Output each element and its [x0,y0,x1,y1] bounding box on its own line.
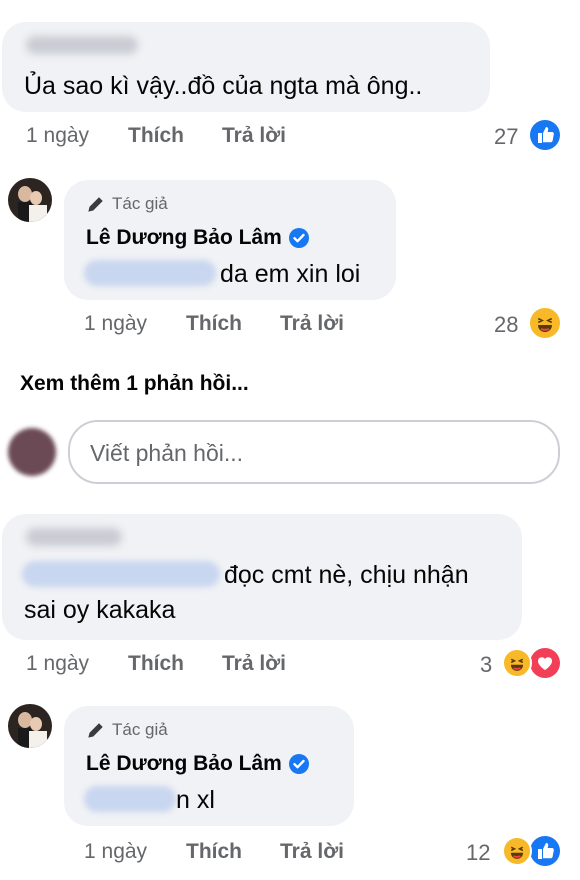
mention-blurred[interactable] [84,786,176,812]
verified-badge-icon [288,228,309,248]
like-reaction-icon[interactable] [530,836,560,866]
comment-text-line1: đọc cmt nè, chịu nhận [224,561,469,589]
comment-bubble: Ủa sao kì vậy..đồ của ngta mà ông.. [2,22,490,112]
comment-time[interactable]: 1 ngày [26,652,89,676]
reply-button[interactable]: Trả lời [280,312,344,336]
reply-button[interactable]: Trả lời [222,124,286,148]
mention-blurred[interactable] [22,561,220,587]
like-reaction-icon[interactable] [530,120,560,150]
mention-blurred[interactable] [84,260,216,286]
haha-reaction-icon[interactable] [502,836,532,866]
comment-bubble: đọc cmt nè, chịu nhận sai oy kakaka [2,514,522,640]
author-name[interactable]: Lê Dương Bảo Lâm [86,226,310,250]
user-avatar [8,428,56,476]
reply-button[interactable]: Trả lời [280,840,344,864]
reply-time[interactable]: 1 ngày [84,312,147,336]
pen-icon [88,723,103,738]
reply-input[interactable]: Viết phản hồi... [68,420,560,484]
reply-bubble: Tác giả Lê Dương Bảo Lâm n xl [64,706,354,826]
reaction-count[interactable]: 28 [494,312,518,338]
verified-badge-icon [288,754,309,774]
author-tag-label: Tác giả [112,720,168,739]
comment-text-line2: sai oy kakaka [24,596,176,624]
commenter-name-blurred[interactable] [26,36,138,54]
like-button[interactable]: Thích [128,124,184,148]
author-avatar[interactable] [8,178,52,222]
comment-text: Ủa sao kì vậy..đồ của ngta mà ông.. [24,72,423,100]
reply-time[interactable]: 1 ngày [84,840,147,864]
reaction-count[interactable]: 3 [480,652,492,678]
like-button[interactable]: Thích [186,312,242,336]
reply-button[interactable]: Trả lời [222,652,286,676]
reply-text: n xl [176,786,215,814]
haha-reaction-icon[interactable] [502,648,532,678]
reply-input-placeholder: Viết phản hồi... [90,440,244,466]
author-avatar[interactable] [8,704,52,748]
author-tag: Tác giả [86,720,168,740]
commenter-name-blurred[interactable] [26,528,122,546]
haha-reaction-icon[interactable] [530,308,560,338]
love-reaction-icon[interactable] [530,648,560,678]
like-button[interactable]: Thích [128,652,184,676]
pen-icon [88,197,103,212]
reaction-count[interactable]: 27 [494,124,518,150]
author-name-label[interactable]: Lê Dương Bảo Lâm [86,226,282,250]
see-more-replies-link[interactable]: Xem thêm 1 phản hồi... [20,372,249,396]
like-button[interactable]: Thích [186,840,242,864]
comment-time[interactable]: 1 ngày [26,124,89,148]
reply-bubble: Tác giả Lê Dương Bảo Lâm da em xin loi [64,180,396,300]
author-tag-label: Tác giả [112,194,168,213]
author-tag: Tác giả [86,194,168,214]
reply-text: da em xin loi [220,260,361,288]
reaction-count[interactable]: 12 [466,840,490,866]
author-name-label[interactable]: Lê Dương Bảo Lâm [86,752,282,776]
author-name[interactable]: Lê Dương Bảo Lâm [86,752,310,776]
